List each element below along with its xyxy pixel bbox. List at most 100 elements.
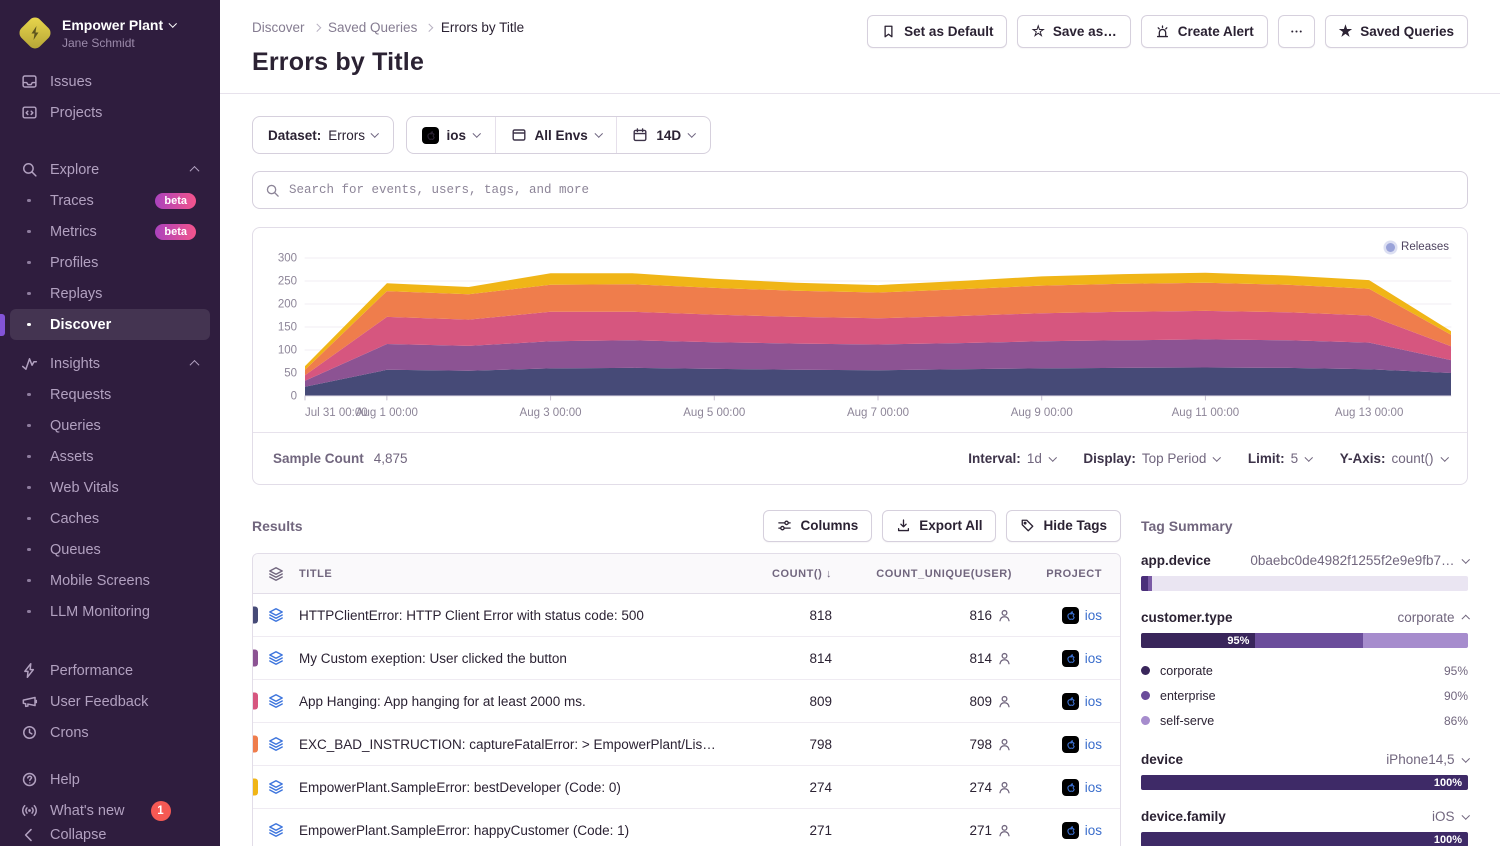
sidebar-item-mobile-screens[interactable]: Mobile Screens [0, 565, 220, 596]
sidebar-item-crons[interactable]: Crons [0, 717, 220, 748]
sidebar-item-requests[interactable]: Requests [0, 379, 220, 410]
sidebar-item-caches[interactable]: Caches [0, 503, 220, 534]
saved-queries-button[interactable]: ★ Saved Queries [1325, 15, 1468, 48]
sidebar-collapse[interactable]: Collapse [0, 826, 220, 844]
chevron-down-icon[interactable] [1461, 555, 1469, 563]
project-link[interactable]: ios [1012, 650, 1120, 667]
search-input[interactable] [289, 183, 1455, 197]
error-title-link[interactable]: EmpowerPlant.SampleError: happyCustomer … [299, 823, 732, 838]
sidebar-item-explore[interactable]: Explore [0, 154, 220, 185]
create-alert-button[interactable]: Create Alert [1141, 15, 1268, 48]
sidebar-item-issues[interactable]: Issues [0, 66, 220, 97]
col-project[interactable]: PROJECT [1012, 568, 1120, 580]
app-root: Empower Plant Jane Schmidt IssuesProject… [0, 0, 1500, 846]
apple-icon [422, 127, 439, 144]
facet-distribution-bar[interactable] [1141, 576, 1468, 591]
environment-filter[interactable]: All Envs [495, 117, 617, 153]
project-link[interactable]: ios [1012, 607, 1120, 624]
project-link[interactable]: ios [1012, 736, 1120, 753]
col-title[interactable]: TITLE [299, 568, 732, 580]
bookmark-icon [881, 24, 896, 39]
sidebar-item-llm-monitoring[interactable]: LLM Monitoring [0, 596, 220, 627]
hide-tags-button[interactable]: Hide Tags [1006, 510, 1121, 542]
set-as-default-button[interactable]: Set as Default [867, 15, 1007, 48]
layers-icon[interactable] [253, 822, 299, 838]
error-title-link[interactable]: EXC_BAD_INSTRUCTION: captureFatalError: … [299, 737, 732, 752]
col-count-unique[interactable]: COUNT_UNIQUE(USER) [832, 568, 1012, 580]
sidebar-item-performance[interactable]: Performance [0, 655, 220, 686]
breadcrumb-saved-queries[interactable]: Saved Queries [328, 20, 417, 35]
header-actions: Set as Default ☆ Save as… Create Alert ★… [867, 15, 1468, 48]
chevron-down-icon[interactable] [1461, 754, 1469, 762]
chevron-down-icon [169, 19, 177, 27]
sidebar-item-user-feedback[interactable]: User Feedback [0, 686, 220, 717]
sidebar-item-label: Explore [50, 162, 99, 178]
results-table-header: TITLE COUNT() ↓ COUNT_UNIQUE(USER) PROJE… [253, 554, 1120, 594]
facet-legend-row[interactable]: enterprise90% [1141, 683, 1468, 708]
columns-button[interactable]: Columns [763, 510, 872, 542]
error-title-link[interactable]: HTTPClientError: HTTP Client Error with … [299, 608, 732, 623]
facet-distribution-bar[interactable]: 100% [1141, 775, 1468, 790]
dataset-selector[interactable]: Dataset: Errors [252, 116, 394, 154]
error-title-link[interactable]: My Custom exeption: User clicked the but… [299, 651, 732, 666]
project-link[interactable]: ios [1012, 779, 1120, 796]
facet-distribution-bar[interactable]: 100% [1141, 832, 1468, 846]
calendar-icon [632, 127, 648, 143]
table-row: App Hanging: App hanging for at least 20… [253, 680, 1120, 723]
sidebar-item-queries[interactable]: Queries [0, 410, 220, 441]
project-filter[interactable]: ios [407, 117, 495, 153]
sidebar-item-queues[interactable]: Queues [0, 534, 220, 565]
bullet-icon [20, 486, 38, 490]
interval-selector[interactable]: Interval:1d [968, 451, 1055, 466]
series-color-chip [253, 736, 258, 753]
sidebar-item-profiles[interactable]: Profiles [0, 247, 220, 278]
releases-legend[interactable]: Releases [1386, 241, 1449, 253]
table-row: My Custom exeption: User clicked the but… [253, 637, 1120, 680]
count-value: 814 [732, 651, 832, 666]
col-count[interactable]: COUNT() ↓ [732, 568, 832, 580]
person-icon [997, 694, 1012, 709]
save-as-button[interactable]: ☆ Save as… [1017, 15, 1130, 48]
breadcrumb-separator-icon [425, 24, 433, 32]
facet-name: customer.type [1141, 610, 1233, 625]
legend-percent: 86% [1444, 714, 1468, 728]
legend-label: corporate [1160, 664, 1213, 678]
chevron-up-icon[interactable] [1461, 615, 1469, 623]
org-switcher[interactable]: Empower Plant Jane Schmidt [0, 14, 220, 66]
error-title-link[interactable]: EmpowerPlant.SampleError: bestDeveloper … [299, 780, 732, 795]
sidebar-item-assets[interactable]: Assets [0, 441, 220, 472]
facet-name: device [1141, 752, 1183, 767]
chevron-down-icon [688, 130, 696, 138]
project-link[interactable]: ios [1012, 822, 1120, 839]
limit-selector[interactable]: Limit:5 [1248, 451, 1312, 466]
search-bar [252, 171, 1468, 209]
facet-distribution-bar[interactable]: 95% [1141, 633, 1468, 648]
chevron-down-icon[interactable] [1461, 811, 1469, 819]
sidebar-item-insights[interactable]: Insights [0, 348, 220, 379]
project-name: ios [1085, 651, 1102, 666]
sidebar-item-traces[interactable]: Tracesbeta [0, 185, 220, 216]
person-icon [997, 608, 1012, 623]
project-link[interactable]: ios [1012, 693, 1120, 710]
sidebar-item-web-vitals[interactable]: Web Vitals [0, 472, 220, 503]
layers-icon[interactable] [253, 607, 299, 623]
sidebar-item-whats-new[interactable]: What's new1 [0, 795, 220, 826]
facet-legend-row[interactable]: self-serve86% [1141, 708, 1468, 733]
sidebar-item-discover[interactable]: Discover [10, 309, 210, 340]
sidebar-item-replays[interactable]: Replays [0, 278, 220, 309]
y-axis-selector[interactable]: Y-Axis:count() [1340, 451, 1447, 466]
sidebar-item-metrics[interactable]: Metricsbeta [0, 216, 220, 247]
layers-icon[interactable] [253, 650, 299, 666]
sidebar-item-projects[interactable]: Projects [0, 97, 220, 128]
display-selector[interactable]: Display:Top Period [1083, 451, 1220, 466]
facet-legend-row[interactable]: corporate95% [1141, 658, 1468, 683]
error-title-link[interactable]: App Hanging: App hanging for at least 20… [299, 694, 732, 709]
breadcrumb-discover[interactable]: Discover [252, 20, 305, 35]
layers-icon[interactable] [253, 779, 299, 795]
layers-icon[interactable] [253, 693, 299, 709]
date-range-filter[interactable]: 14D [616, 117, 709, 153]
layers-icon[interactable] [253, 736, 299, 752]
export-all-button[interactable]: Export All [882, 510, 996, 542]
sidebar-item-help[interactable]: Help [0, 764, 220, 795]
more-options-button[interactable] [1278, 15, 1315, 48]
